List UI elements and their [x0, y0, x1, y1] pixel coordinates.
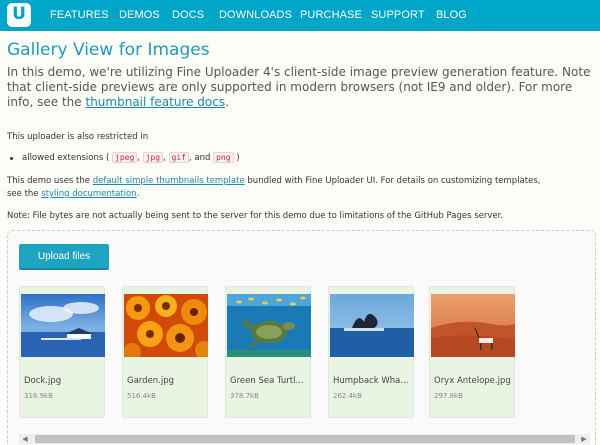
file-card-oryx-antelope[interactable]: Oryx Antelope.jpg 297.8kB — [429, 286, 515, 418]
intro-paragraph: In this demo, we're utilizing Fine Uploa… — [7, 65, 597, 110]
extensions-list: allowed extensions ( jpeg, jpg, gif, and… — [22, 152, 240, 163]
scrollbar-thumb[interactable] — [35, 435, 575, 443]
ext-jpg: jpg — [142, 152, 164, 163]
file-card-dock[interactable]: Dock.jpg 316.9kB — [19, 286, 105, 418]
template-paragraph: This demo uses the default simple thumbn… — [7, 176, 541, 186]
turtle-thumbnail — [227, 294, 311, 357]
intro-end: . — [225, 95, 229, 109]
file-size: 378.7kB — [230, 392, 259, 400]
bullet-icon — [10, 157, 13, 160]
nav-item-blog[interactable]: BLOG — [436, 9, 467, 21]
nav-item-purchase[interactable]: PURCHASE — [300, 9, 362, 21]
file-size: 516.4kB — [127, 392, 156, 400]
ext-gif: gif — [168, 152, 189, 163]
simple-thumbnails-template-link[interactable]: default simple thumbnails template — [93, 176, 245, 186]
thumbnail-docs-link[interactable]: thumbnail feature docs — [85, 95, 225, 109]
ext-jpeg: jpeg — [112, 152, 138, 163]
file-size: 297.8kB — [434, 392, 463, 400]
scroll-left-icon[interactable]: ◀ — [19, 434, 31, 444]
file-size: 316.9kB — [24, 392, 53, 400]
file-name: Dock.jpg — [24, 376, 62, 386]
top-nav: U FEATURES DEMOS DOCS DOWNLOADS PURCHASE… — [0, 0, 600, 31]
scroll-right-icon[interactable]: ▶ — [578, 434, 590, 444]
styling-paragraph: see the styling documentation. — [7, 189, 140, 199]
file-name: Green Sea Turtl... — [230, 376, 304, 386]
dock-thumbnail — [21, 294, 105, 357]
nav-item-docs[interactable]: DOCS — [172, 9, 204, 21]
file-name: Garden.jpg — [127, 376, 175, 386]
oryx-thumbnail — [431, 294, 515, 357]
file-card-green-sea-turtle[interactable]: Green Sea Turtl... 378.7kB — [225, 286, 311, 418]
nav-item-demos[interactable]: DEMOS — [119, 9, 160, 21]
nav-item-features[interactable]: FEATURES — [50, 9, 109, 21]
styling-documentation-link[interactable]: styling documentation — [41, 189, 136, 199]
fine-uploader-logo-icon[interactable]: U — [7, 3, 31, 27]
file-card-humpback-whale[interactable]: Humpback Wha... 262.4kB — [328, 286, 414, 418]
file-card-garden[interactable]: Garden.jpg 516.4kB — [122, 286, 208, 418]
upload-files-button[interactable]: Upload files — [19, 244, 109, 270]
file-name: Humpback Wha... — [333, 376, 409, 386]
garden-thumbnail — [124, 294, 208, 357]
file-name: Oryx Antelope.jpg — [434, 376, 511, 386]
note-text: Note: File bytes are not actually being … — [7, 211, 504, 221]
whale-thumbnail — [330, 294, 414, 357]
page-title: Gallery View for Images — [7, 40, 210, 60]
ext-png: png — [213, 152, 234, 163]
nav-item-downloads[interactable]: DOWNLOADS — [219, 9, 292, 21]
file-size: 262.4kB — [333, 392, 362, 400]
restricted-text: This uploader is also restricted in — [7, 132, 149, 142]
nav-item-support[interactable]: SUPPORT — [371, 9, 425, 21]
